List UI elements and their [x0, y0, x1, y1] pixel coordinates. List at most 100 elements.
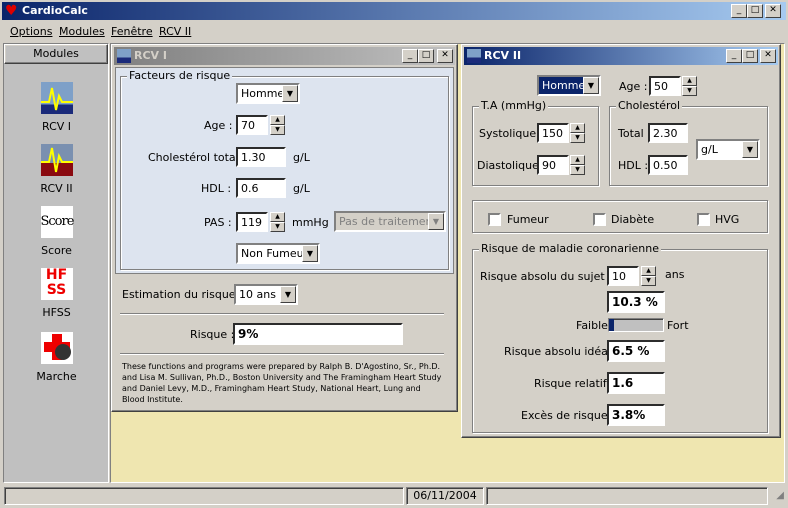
- menu-options[interactable]: Options: [10, 25, 52, 38]
- sidebar-item-label: Marche: [36, 370, 77, 383]
- sidebar-item-label: RCV I: [41, 120, 72, 133]
- abs-risk-value: 10.3 %: [607, 291, 665, 313]
- resize-grip-icon[interactable]: ◢: [776, 490, 784, 501]
- hdl-field[interactable]: 0.6: [236, 178, 286, 198]
- minimize-button[interactable]: _: [731, 4, 747, 18]
- rcv2-minimize-button[interactable]: _: [726, 49, 742, 63]
- rcv1-close-button[interactable]: ✕: [437, 49, 453, 63]
- sys-stepper[interactable]: ▲ ▼: [570, 123, 585, 143]
- hvg-label: HVG: [715, 213, 740, 226]
- smoker-select[interactable]: Non Fumeur ▼: [236, 243, 320, 264]
- cholesterol-title: Cholestérol: [616, 99, 683, 112]
- sidebar-item-hfss[interactable]: HF SS HFSS: [24, 268, 89, 323]
- rcv2-close-button[interactable]: ✕: [760, 49, 776, 63]
- menu-fenetre[interactable]: Fenêtre: [111, 25, 153, 38]
- ideal-risk-value: 6.5 %: [607, 340, 665, 362]
- modules-header: Modules: [4, 44, 108, 64]
- score-icon: Score: [40, 206, 74, 238]
- diabete-label: Diabète: [611, 213, 655, 226]
- app-title: CardioCalc: [22, 4, 88, 17]
- abs-years-field[interactable]: 10: [607, 266, 639, 286]
- exces-label: Excès de risque :: [521, 409, 615, 422]
- unit-select[interactable]: g/L ▼: [696, 139, 760, 160]
- ans-label: ans: [665, 268, 685, 281]
- sidebar-item-rcv2[interactable]: RCV II: [24, 144, 89, 199]
- risk-factors-title: Facteurs de risque: [127, 69, 233, 82]
- modules-sidebar: Modules RCV I RCV II Score Score HF SS HF…: [3, 43, 109, 483]
- rcv2-maximize-button[interactable]: □: [742, 49, 758, 63]
- app-titlebar: ♥ CardioCalc: [2, 2, 786, 20]
- risk-label: Risque :: [190, 328, 235, 341]
- sidebar-item-rcv1[interactable]: RCV I: [24, 82, 89, 137]
- divider: [120, 313, 444, 315]
- ideal-risk-label: Risque absolu idéal :: [504, 345, 619, 358]
- rcv2-age-field[interactable]: 50: [649, 76, 681, 96]
- fumeur-checkbox[interactable]: [488, 213, 501, 226]
- divider: [120, 353, 444, 355]
- status-bar: 06/11/2004 ◢: [2, 486, 786, 506]
- sidebar-item-score[interactable]: Score Score: [24, 206, 89, 261]
- total-field[interactable]: 2.30: [648, 123, 688, 143]
- rcv1-title: RCV I: [134, 49, 167, 62]
- estimation-select[interactable]: 10 ans ▼: [234, 284, 298, 305]
- sys-field[interactable]: 150: [537, 123, 569, 143]
- dia-field[interactable]: 90: [537, 155, 569, 175]
- sidebar-item-label: Score: [41, 244, 72, 257]
- status-panel: [4, 487, 404, 505]
- chol-field[interactable]: 1.30: [236, 147, 286, 167]
- hdl-label: HDL :: [201, 182, 232, 195]
- menu-bar: Options Modules Fenêtre RCV II: [2, 23, 786, 40]
- risk-level-bar: [608, 318, 664, 332]
- rcv2-age-label: Age :: [619, 80, 648, 93]
- age-stepper[interactable]: ▲ ▼: [270, 115, 285, 135]
- exces-value: 3.8%: [607, 404, 665, 426]
- sidebar-item-marche[interactable]: Marche: [24, 332, 89, 387]
- scale-low-label: Faible: [576, 319, 608, 332]
- risk-factors-group: Facteurs de risque: [120, 69, 449, 270]
- rcv1-window[interactable]: RCV I _ □ ✕ Facteurs de risque Homme ▼ Ag…: [111, 44, 458, 412]
- rcv2-age-stepper[interactable]: ▲ ▼: [682, 76, 697, 96]
- status-date: 06/11/2004: [406, 487, 484, 505]
- rcv2-hdl-label: HDL :: [618, 159, 649, 172]
- rcv2-icon: [40, 144, 73, 176]
- credits-text: These functions and programs were prepar…: [122, 362, 442, 404]
- fumeur-label: Fumeur: [507, 213, 549, 226]
- chol-unit: g/L: [293, 151, 310, 164]
- pas-stepper[interactable]: ▲ ▼: [270, 212, 285, 232]
- dia-label: Diastolique :: [477, 159, 547, 172]
- sex-select[interactable]: Homme ▼: [236, 83, 300, 104]
- diabete-checkbox[interactable]: [593, 213, 606, 226]
- risk-level-fill: [609, 319, 615, 331]
- rcv2-title: RCV II: [484, 49, 522, 62]
- maximize-button[interactable]: □: [747, 4, 763, 18]
- rel-risk-label: Risque relatif :: [534, 377, 614, 390]
- rcv2-sex-select[interactable]: Homme ▼: [537, 75, 601, 96]
- treatment-select[interactable]: Pas de traitement ▼: [334, 211, 446, 232]
- risk-value: 9%: [233, 323, 403, 345]
- abs-years-stepper[interactable]: ▲ ▼: [641, 266, 656, 286]
- status-panel: [486, 487, 768, 505]
- hvg-checkbox[interactable]: [697, 213, 710, 226]
- rcv2-hdl-field[interactable]: 0.50: [648, 155, 688, 175]
- rcv-icon: [467, 49, 481, 63]
- rcv1-maximize-button[interactable]: □: [418, 49, 434, 63]
- rel-risk-value: 1.6: [607, 372, 665, 394]
- rcv2-window[interactable]: RCV II _ □ ✕ Homme ▼ Age : 50 ▲ ▼ T.A (mmH…: [461, 44, 781, 438]
- hfss-icon: HF SS: [40, 268, 73, 300]
- total-label: Total :: [618, 127, 651, 140]
- close-button[interactable]: ✕: [765, 4, 781, 18]
- pas-field[interactable]: 119: [236, 212, 268, 232]
- menu-rcv2[interactable]: RCV II: [159, 25, 191, 38]
- age-label: Age :: [204, 119, 233, 132]
- coronary-risk-title: Risque de maladie coronarienne: [479, 242, 662, 255]
- rcv1-minimize-button[interactable]: _: [402, 49, 418, 63]
- age-field[interactable]: 70: [236, 115, 268, 135]
- marche-icon: [40, 332, 73, 364]
- menu-modules[interactable]: Modules: [59, 25, 105, 38]
- pas-unit: mmHg: [292, 216, 329, 229]
- rcv1-icon: [40, 82, 73, 114]
- sidebar-item-label: RCV II: [40, 182, 73, 195]
- heart-icon: ♥: [5, 3, 18, 19]
- dia-stepper[interactable]: ▲ ▼: [570, 155, 585, 175]
- sidebar-item-label: HFSS: [42, 306, 71, 319]
